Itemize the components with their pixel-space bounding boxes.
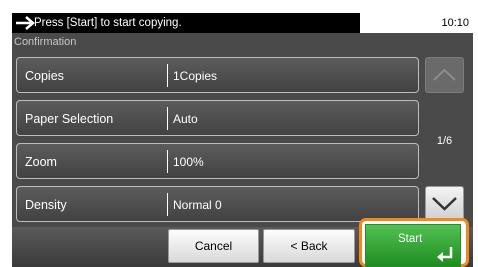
clock-box: 10:10 xyxy=(360,13,473,33)
row-divider xyxy=(167,150,168,173)
setting-row-copies[interactable]: Copies 1Copies xyxy=(16,57,419,93)
setting-label: Zoom xyxy=(25,155,57,169)
setting-row-zoom[interactable]: Zoom 100% xyxy=(16,143,419,179)
status-bar: Press [Start] to start copying. 10:10 xyxy=(12,13,473,33)
back-button[interactable]: < Back xyxy=(263,229,355,263)
chevron-down-icon xyxy=(432,197,457,211)
page-indicator: 1/6 xyxy=(436,135,453,147)
row-divider xyxy=(167,193,168,216)
clock-time: 10:10 xyxy=(441,17,469,29)
chevron-up-icon xyxy=(433,68,456,81)
setting-label: Copies xyxy=(25,69,64,83)
start-button[interactable]: Start xyxy=(365,224,461,267)
setting-value: 100% xyxy=(173,155,204,169)
enter-icon xyxy=(437,247,453,262)
copy-confirmation-screen: Press [Start] to start copying. 10:10 Co… xyxy=(0,0,478,267)
start-button-label: Start xyxy=(398,233,423,245)
panel-title: Confirmation xyxy=(14,36,77,48)
cancel-button[interactable]: Cancel xyxy=(168,229,259,263)
setting-row-paper-selection[interactable]: Paper Selection Auto xyxy=(16,100,419,136)
setting-row-density[interactable]: Density Normal 0 xyxy=(16,186,419,222)
setting-value: Normal 0 xyxy=(173,198,222,212)
status-message: Press [Start] to start copying. xyxy=(34,17,182,29)
scroll-control: 1/6 xyxy=(425,57,464,222)
setting-label: Paper Selection xyxy=(25,112,114,126)
setting-value: Auto xyxy=(173,112,198,126)
row-divider xyxy=(167,64,168,87)
setting-value: 1Copies xyxy=(173,69,218,83)
row-divider xyxy=(167,107,168,130)
setting-label: Density xyxy=(25,198,67,212)
scroll-up-button[interactable] xyxy=(425,57,464,93)
scroll-down-button[interactable] xyxy=(425,186,464,222)
